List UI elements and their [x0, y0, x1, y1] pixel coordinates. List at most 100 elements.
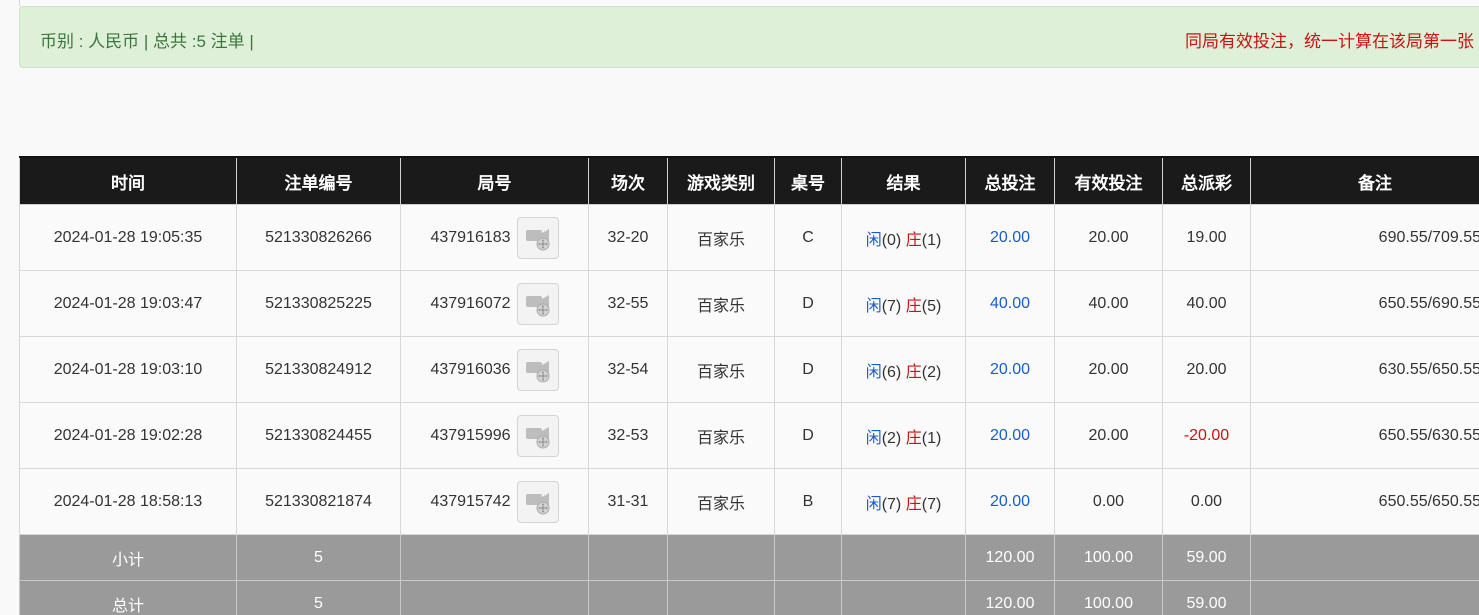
empty-cell — [774, 580, 842, 615]
empty-cell — [400, 534, 589, 581]
session-number: 32-55 — [588, 270, 668, 337]
round-number-cell: 437915742 — [400, 468, 589, 535]
balance-note: 650.55/690.55 — [1250, 270, 1479, 337]
empty-cell — [400, 580, 589, 615]
result-cell: 闲(0) 庄(1) — [841, 204, 966, 271]
sum-total-bet: 120.00 — [965, 534, 1055, 581]
total-bet: 40.00 — [965, 270, 1055, 337]
player-value: (2) — [881, 429, 902, 447]
round-number: 437916072 — [430, 294, 511, 312]
round-number: 437916183 — [430, 228, 511, 246]
result-cell: 闲(7) 庄(5) — [841, 270, 966, 337]
balance-note: 650.55/630.55 — [1250, 402, 1479, 469]
sum-count: 5 — [236, 580, 401, 615]
round-number-cell: 437915996 — [400, 402, 589, 469]
sum-payout: 59.00 — [1162, 580, 1251, 615]
table-row: 2024-01-28 19:03:47 521330825225 437916072… — [19, 270, 1479, 337]
banker-label: 庄 — [905, 495, 922, 513]
player-label: 闲 — [865, 297, 882, 315]
column-header: 时间 — [19, 156, 237, 205]
payout: -20.00 — [1162, 402, 1251, 469]
banker-value: (7) — [921, 495, 942, 513]
payout: 20.00 — [1162, 336, 1251, 403]
banker-label: 庄 — [905, 297, 922, 315]
table-header-row: 时间 注单编号 局号 场次 游戏类别 桌号 结果 总投注 有效投注 总派彩 备注 — [19, 156, 1479, 205]
bet-records-table: 时间 注单编号 局号 场次 游戏类别 桌号 结果 总投注 有效投注 总派彩 备注 2024-01-2… — [19, 156, 1479, 615]
banker-label: 庄 — [905, 363, 922, 381]
round-number-cell: 437916183 — [400, 204, 589, 271]
session-number: 32-53 — [588, 402, 668, 469]
session-number: 31-31 — [588, 468, 668, 535]
round-number: 437916036 — [430, 360, 511, 378]
empty-cell — [588, 580, 668, 615]
bet-time: 2024-01-28 19:03:47 — [19, 270, 237, 337]
subtotal-row: 小计 5 120.00 100.00 59.00 — [19, 534, 1479, 581]
balance-note: 690.55/709.55 — [1250, 204, 1479, 271]
empty-cell — [588, 534, 668, 581]
sum-payout: 59.00 — [1162, 534, 1251, 581]
banker-value: (1) — [921, 429, 942, 447]
round-number-cell: 437916072 — [400, 270, 589, 337]
summary-currency-text: 币别 : 人民币 | 总共 :5 注单 | — [40, 32, 254, 51]
banker-label: 庄 — [905, 429, 922, 447]
video-replay-icon[interactable] — [516, 480, 559, 523]
column-header: 结果 — [841, 156, 966, 205]
valid-bet: 40.00 — [1054, 270, 1163, 337]
game-type: 百家乐 — [667, 402, 775, 469]
valid-bet: 20.00 — [1054, 204, 1163, 271]
sum-total-bet: 120.00 — [965, 580, 1055, 615]
video-replay-icon[interactable] — [516, 282, 559, 325]
table-number: D — [774, 336, 842, 403]
banker-value: (2) — [921, 363, 942, 381]
divider — [19, 0, 20, 6]
video-replay-icon[interactable] — [516, 216, 559, 259]
column-header: 场次 — [588, 156, 668, 205]
bet-records-page: 币别 : 人民币 | 总共 :5 注单 | 同局有效投注，统一计算在该局第一张 … — [0, 0, 1479, 615]
empty-cell — [1250, 580, 1479, 615]
empty-cell — [667, 534, 775, 581]
empty-cell — [667, 580, 775, 615]
order-number: 521330825225 — [236, 270, 401, 337]
column-header: 有效投注 — [1054, 156, 1163, 205]
video-replay-icon[interactable] — [516, 348, 559, 391]
table-row: 2024-01-28 18:58:13 521330821874 437915742… — [19, 468, 1479, 535]
game-type: 百家乐 — [667, 468, 775, 535]
total-bet: 20.00 — [965, 204, 1055, 271]
sum-label: 总计 — [19, 580, 237, 615]
balance-note: 630.55/650.55 — [1250, 336, 1479, 403]
column-header: 总投注 — [965, 156, 1055, 205]
round-number-cell: 437916036 — [400, 336, 589, 403]
sum-count: 5 — [236, 534, 401, 581]
balance-note: 650.55/650.55 — [1250, 468, 1479, 535]
table-number: D — [774, 270, 842, 337]
column-header: 游戏类别 — [667, 156, 775, 205]
game-type: 百家乐 — [667, 204, 775, 271]
table-row: 2024-01-28 19:03:10 521330824912 437916036… — [19, 336, 1479, 403]
order-number: 521330821874 — [236, 468, 401, 535]
banker-value: (5) — [921, 297, 942, 315]
total-bet: 20.00 — [965, 468, 1055, 535]
column-header: 总派彩 — [1162, 156, 1251, 205]
player-label: 闲 — [865, 231, 882, 249]
empty-cell — [841, 534, 966, 581]
sum-valid-bet: 100.00 — [1054, 534, 1163, 581]
summary-notice-text: 同局有效投注，统一计算在该局第一张 — [1185, 32, 1474, 51]
player-label: 闲 — [865, 495, 882, 513]
player-value: (7) — [881, 297, 902, 315]
bet-time: 2024-01-28 19:05:35 — [19, 204, 237, 271]
payout: 19.00 — [1162, 204, 1251, 271]
column-header: 局号 — [400, 156, 589, 205]
player-value: (0) — [881, 231, 902, 249]
order-number: 521330826266 — [236, 204, 401, 271]
sum-label: 小计 — [19, 534, 237, 581]
table-row: 2024-01-28 19:02:28 521330824455 437915996… — [19, 402, 1479, 469]
order-number: 521330824455 — [236, 402, 401, 469]
game-type: 百家乐 — [667, 336, 775, 403]
video-replay-icon[interactable] — [516, 414, 559, 457]
summary-alert: 币别 : 人民币 | 总共 :5 注单 | 同局有效投注，统一计算在该局第一张 — [19, 6, 1479, 68]
total-row: 总计 5 120.00 100.00 59.00 — [19, 580, 1479, 615]
column-header: 桌号 — [774, 156, 842, 205]
round-number: 437915996 — [430, 426, 511, 444]
empty-cell — [774, 534, 842, 581]
banker-value: (1) — [921, 231, 942, 249]
